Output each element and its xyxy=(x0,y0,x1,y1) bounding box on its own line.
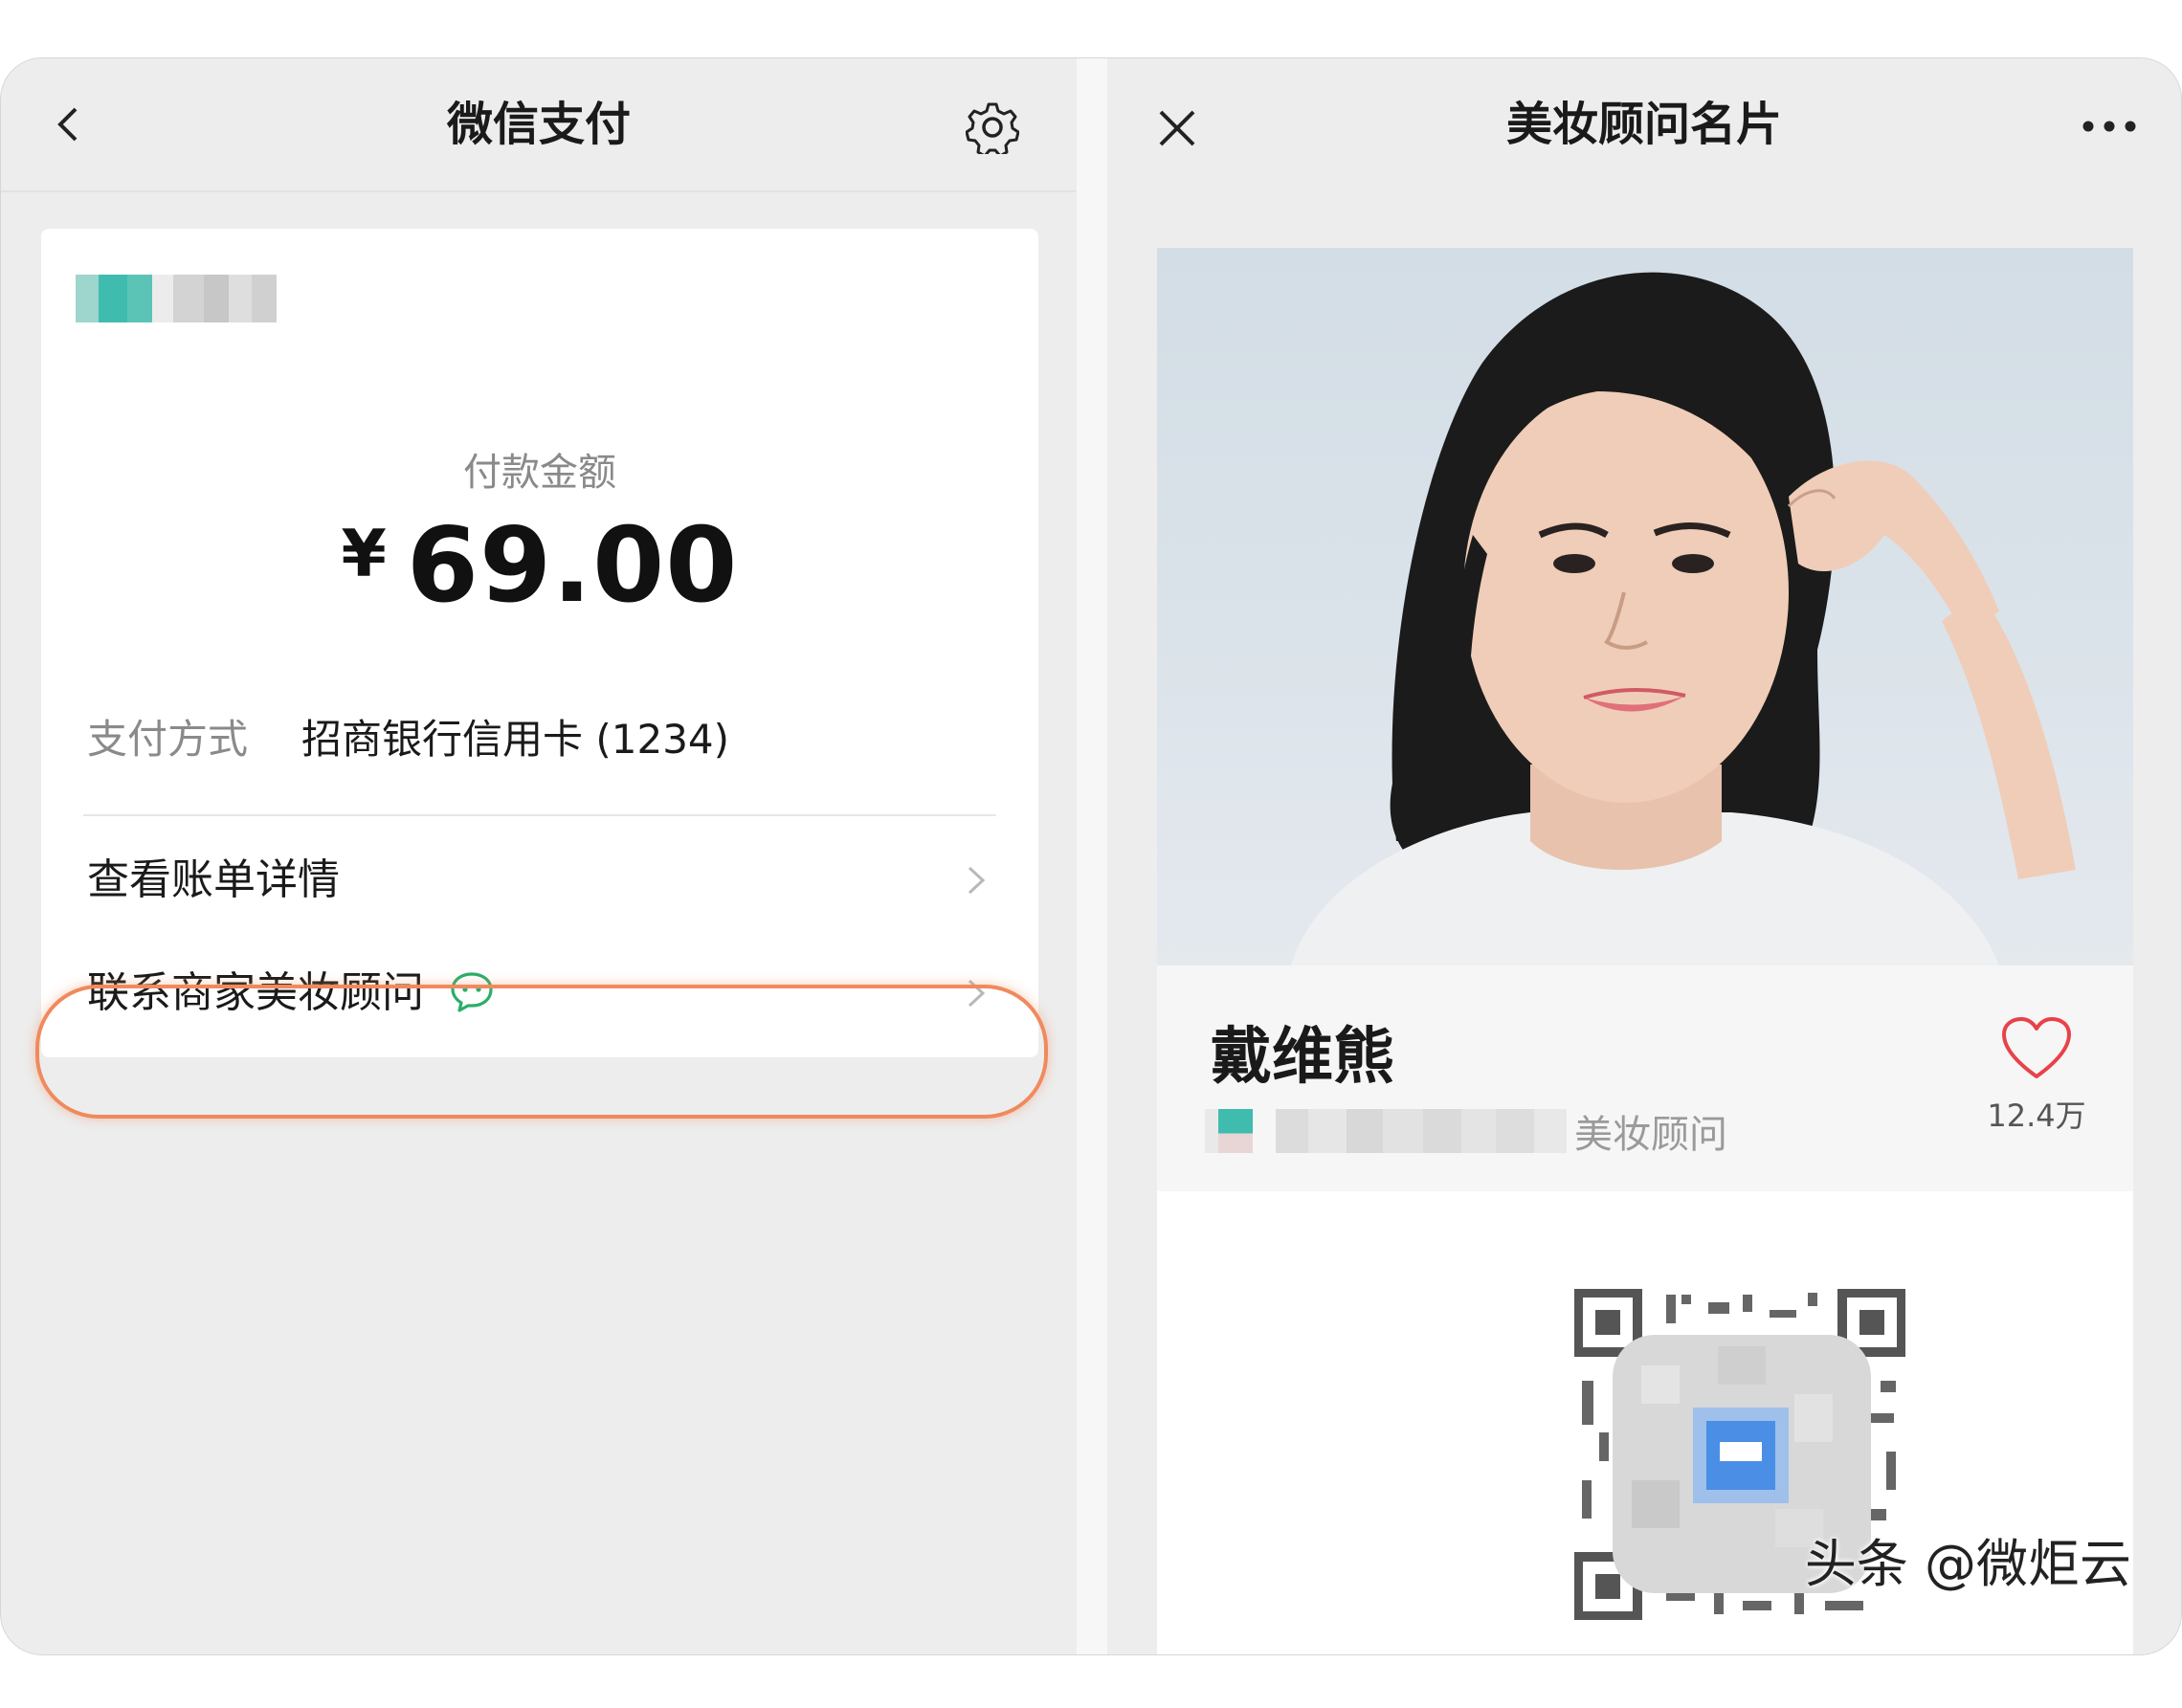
page-title: 美妆顾问名片 xyxy=(1505,98,1782,151)
portrait-illustration xyxy=(1291,272,2076,965)
advisor-subtitle: 美妆顾问 xyxy=(1205,1105,1727,1157)
menu-label: 查看账单详情 xyxy=(87,855,340,904)
view-bill-details-row[interactable]: 查看账单详情 xyxy=(87,828,992,933)
settings-gear-icon[interactable] xyxy=(966,100,1019,154)
divider xyxy=(83,814,996,816)
amount-value: 69.00 xyxy=(406,506,739,626)
payment-method-value: 招商银行信用卡 (1234) xyxy=(301,716,730,763)
payment-card: 付款金额 ¥69.00 支付方式 招商银行信用卡 (1234) 查看账单详情 联系… xyxy=(41,229,1038,1057)
advisor-name: 戴维熊 xyxy=(1211,1022,1394,1093)
advisor-card-panel: 美妆顾问名片 戴维熊 美妆顾问 12.4万 头条 @微炬云 xyxy=(1107,58,2181,1654)
merchant-avatar-blurred xyxy=(76,275,277,322)
advisor-photo xyxy=(1157,248,2133,965)
page-title: 微信支付 xyxy=(446,98,631,151)
store-name-blurred xyxy=(1276,1109,1567,1153)
advisor-role: 美妆顾问 xyxy=(1574,1113,1727,1157)
like-widget[interactable]: 12.4万 xyxy=(1984,1015,2089,1136)
chevron-right-icon xyxy=(968,866,986,895)
screenshot-frame: 微信支付 付款金额 ¥69.00 支付方式 招商银行信用卡 (1234) 查看账… xyxy=(0,57,2182,1655)
panel-divider xyxy=(1077,58,1107,1654)
like-count: 12.4万 xyxy=(1987,1098,2086,1134)
heart-icon[interactable] xyxy=(2000,1015,2073,1082)
payment-method-row: 支付方式 招商银行信用卡 (1234) xyxy=(87,707,729,765)
store-logo-blurred xyxy=(1205,1109,1253,1153)
currency-symbol: ¥ xyxy=(341,517,388,592)
advisor-profile: 戴维熊 美妆顾问 12.4万 xyxy=(1157,965,2133,1191)
nav-bar: 美妆顾问名片 xyxy=(1107,58,2181,190)
amount-label: 付款金额 xyxy=(463,451,616,495)
nav-bar: 微信支付 xyxy=(1,58,1077,192)
watermark: 头条 @微炬云 xyxy=(1804,1534,2131,1594)
highlight-ring xyxy=(35,985,1048,1119)
payment-amount: ¥69.00 xyxy=(41,506,1038,626)
wechat-pay-panel: 微信支付 付款金额 ¥69.00 支付方式 招商银行信用卡 (1234) 查看账… xyxy=(1,58,1077,1654)
payment-method-label: 支付方式 xyxy=(87,716,249,763)
more-dots-icon[interactable] xyxy=(2082,120,2137,133)
